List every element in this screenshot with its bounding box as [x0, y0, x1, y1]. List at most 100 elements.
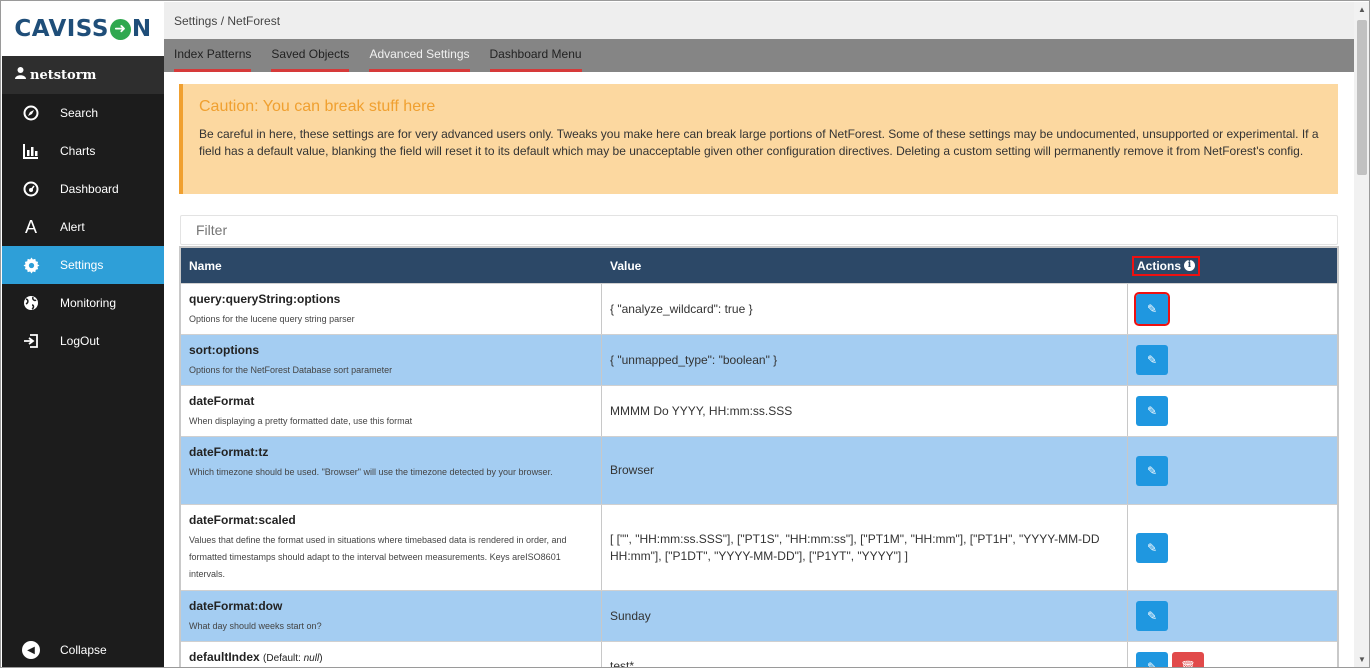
sidebar-item-charts[interactable]: Charts — [2, 132, 164, 170]
collapse-button[interactable]: ◀ Collapse — [2, 638, 164, 662]
edit-button[interactable]: ✎ — [1136, 345, 1168, 375]
caution-title: Caution: You can break stuff here — [199, 98, 436, 115]
setting-value: [ ["", "HH:mm:ss.SSS"], ["PT1S", "HH:mm:… — [602, 505, 1128, 590]
breadcrumb-text: Settings / NetForest — [174, 13, 281, 28]
trash-icon: 🗑 — [1180, 660, 1196, 668]
setting-description: Which timezone should be used. "Browser"… — [189, 467, 553, 477]
sidebar-item-label: Monitoring — [60, 296, 117, 310]
edit-button[interactable]: ✎ — [1136, 455, 1168, 486]
alert-a-icon: A — [24, 216, 37, 237]
actions-cell: ✎ — [1128, 335, 1337, 385]
scroll-thumb[interactable] — [1357, 20, 1367, 175]
setting-key: dateFormat:dow — [189, 599, 283, 613]
default-value: null — [303, 653, 320, 664]
compass-icon — [22, 104, 40, 122]
setting-value: test* — [602, 642, 1128, 667]
dashboard-icon — [22, 180, 40, 198]
actions-cell: ✎ — [1128, 437, 1337, 504]
column-header-actions: Actions i — [1128, 255, 1337, 276]
sidebar-item-label: Search — [60, 106, 99, 120]
setting-name-cell: dateFormat:scaled Values that define the… — [181, 505, 602, 590]
tabs-bar: Index Patterns Saved Objects Advanced Se… — [164, 39, 1354, 72]
setting-description: Options for the NetForest Database sort … — [189, 365, 393, 375]
setting-description: When displaying a pretty formatted date,… — [189, 416, 413, 426]
default-note: (Default: null) — [263, 653, 323, 664]
setting-name-cell: dateFormat When displaying a pretty form… — [181, 386, 602, 436]
tab-saved-objects[interactable]: Saved Objects — [271, 47, 350, 72]
setting-key: dateFormat:scaled — [189, 513, 296, 527]
sidebar-item-label: LogOut — [60, 334, 100, 348]
sidebar-item-dashboard[interactable]: Dashboard — [2, 170, 164, 208]
app-window: CAVISS ➜ N netstorm Search Charts Dashbo… — [0, 0, 1370, 668]
user-badge[interactable]: netstorm — [2, 56, 164, 94]
collapse-label: Collapse — [60, 643, 107, 657]
setting-name-cell: query:queryString:options Options for th… — [181, 284, 602, 334]
sidebar-item-monitoring[interactable]: Monitoring — [2, 284, 164, 322]
setting-key: query:queryString:options — [189, 292, 341, 306]
setting-description: Options for the lucene query string pars… — [189, 314, 355, 324]
actions-header-highlight: Actions i — [1132, 255, 1201, 276]
logo-text-left: CAVISS — [14, 16, 109, 42]
sidebar-item-label: Dashboard — [60, 182, 119, 196]
actions-cell: ✎ — [1128, 386, 1337, 436]
setting-value: Browser — [602, 437, 1128, 504]
table-row: dateFormat:scaled Values that define the… — [181, 504, 1337, 590]
bar-chart-icon — [22, 142, 40, 160]
tab-dashboard-menu[interactable]: Dashboard Menu — [489, 47, 582, 72]
setting-description: What day should weeks start on? — [189, 621, 322, 631]
info-icon[interactable]: i — [1184, 260, 1196, 271]
setting-name-cell: dateFormat:dow What day should weeks sta… — [181, 591, 602, 641]
setting-value: { "analyze_wildcard": true } — [602, 284, 1128, 334]
sidebar-item-alert[interactable]: A Alert — [2, 208, 164, 246]
setting-value: MMMM Do YYYY, HH:mm:ss.SSS — [602, 386, 1128, 436]
pencil-icon: ✎ — [1146, 404, 1158, 418]
pencil-icon: ✎ — [1146, 660, 1158, 668]
vertical-scrollbar[interactable]: ▲ ▼ — [1354, 2, 1369, 667]
actions-header-label: Actions — [1137, 258, 1182, 273]
sidebar-item-label: Settings — [60, 258, 104, 272]
setting-value: { "unmapped_type": "boolean" } — [602, 335, 1128, 385]
edit-button[interactable]: ✎ — [1136, 396, 1168, 426]
actions-cell: ✎ — [1128, 505, 1337, 590]
table-row: dateFormat:tz Which timezone should be u… — [181, 436, 1337, 504]
scroll-up-arrow-icon[interactable]: ▲ — [1354, 2, 1369, 18]
logout-icon — [22, 332, 40, 350]
filter-input[interactable] — [180, 215, 1338, 245]
actions-cell: ✎ — [1128, 591, 1337, 641]
cavisson-logo: CAVISS ➜ N — [14, 16, 151, 42]
sidebar-item-label: Charts — [60, 144, 96, 158]
delete-button[interactable]: 🗑 — [1172, 652, 1204, 668]
chevron-left-icon: ◀ — [22, 641, 40, 659]
edit-button[interactable]: ✎ — [1134, 292, 1170, 326]
sidebar-item-search[interactable]: Search — [2, 94, 164, 132]
edit-button[interactable]: ✎ — [1136, 601, 1168, 631]
breadcrumb: Settings / NetForest — [164, 2, 1354, 39]
table-row: dateFormat When displaying a pretty form… — [181, 385, 1337, 436]
default-close: ) — [319, 653, 323, 664]
setting-value: Sunday — [602, 591, 1128, 641]
sidebar-item-label: Alert — [60, 220, 85, 234]
main-content: Caution: You can break stuff here Be car… — [164, 72, 1354, 668]
username: netstorm — [30, 67, 97, 83]
logo-text-right: N — [131, 16, 152, 42]
pencil-icon: ✎ — [1146, 463, 1158, 478]
table-row: dateFormat:dow What day should weeks sta… — [181, 590, 1337, 641]
tab-index-patterns[interactable]: Index Patterns — [174, 47, 252, 72]
column-header-name: Name — [189, 258, 222, 273]
setting-name-cell: defaultIndex (Default: null) — [181, 642, 602, 667]
settings-table: Name Value Actions i query:queryString:o… — [179, 246, 1339, 668]
sidebar-item-settings[interactable]: Settings — [2, 246, 164, 284]
sidebar: CAVISS ➜ N netstorm Search Charts Dashbo… — [2, 2, 164, 667]
sidebar-item-logout[interactable]: LogOut — [2, 322, 164, 360]
user-icon — [15, 67, 26, 83]
caution-callout: Caution: You can break stuff here Be car… — [179, 84, 1338, 194]
setting-key-text: defaultIndex — [189, 650, 260, 664]
pencil-icon: ✎ — [1146, 353, 1158, 367]
table-header: Name Value Actions i — [181, 248, 1337, 283]
edit-button[interactable]: ✎ — [1136, 532, 1168, 563]
edit-button[interactable]: ✎ — [1136, 652, 1168, 668]
tab-advanced-settings[interactable]: Advanced Settings — [369, 47, 470, 72]
setting-key: dateFormat — [189, 394, 255, 408]
scroll-down-arrow-icon[interactable]: ▼ — [1354, 652, 1369, 667]
globe-icon — [22, 294, 40, 312]
